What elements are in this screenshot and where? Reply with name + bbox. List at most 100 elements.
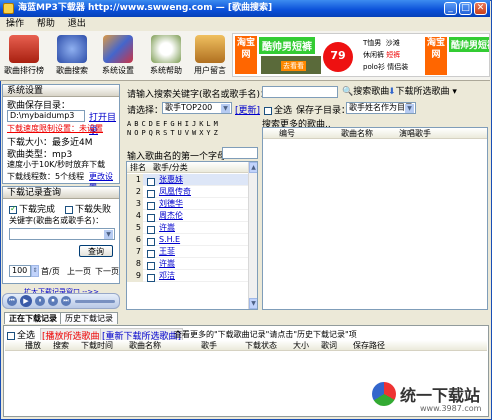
first-page-link[interactable]: 首/页 [41, 266, 60, 277]
letter-e[interactable]: E [156, 120, 163, 128]
ad-item: 沙滩 [385, 39, 400, 47]
singer-name[interactable]: 刘德华 [159, 198, 183, 210]
system-help-button[interactable]: 系统帮助 [144, 33, 188, 79]
singer-row[interactable]: 5 许嵩 [127, 222, 248, 234]
search-songs-btn[interactable]: 🔍搜索歌曲 [342, 85, 389, 99]
minimize-button[interactable]: _ [444, 2, 457, 15]
prev-page-link[interactable]: 上一页 [67, 266, 91, 277]
letter-m[interactable]: M [214, 120, 221, 128]
prev-track-icon[interactable]: ⏮ [7, 296, 17, 306]
col-rank: 排名 [130, 163, 146, 172]
next-track-icon[interactable]: ⏭ [61, 296, 71, 306]
menu-exit[interactable]: 退出 [68, 19, 86, 29]
page-size-input[interactable]: 100 [9, 265, 31, 277]
singer-checkbox[interactable] [147, 249, 155, 258]
letter-q[interactable]: Q [149, 129, 156, 137]
singer-name[interactable]: 许嵩 [159, 258, 175, 270]
keyword-combo[interactable] [9, 228, 115, 240]
letter-y[interactable]: Y [206, 129, 213, 137]
search-songs-button[interactable]: 歌曲搜索 [50, 33, 94, 79]
singer-name[interactable]: 凤凰传奇 [159, 186, 191, 198]
menu-help[interactable]: 帮助 [37, 19, 55, 29]
pause-icon[interactable]: ⏸ [35, 296, 45, 306]
done-label: 下载完成 [19, 205, 56, 215]
close-button[interactable]: ✕ [474, 2, 487, 15]
letter-d[interactable]: D [149, 120, 156, 128]
speed-limit-status[interactable]: 下载速度限制设置：未设置 [7, 123, 103, 134]
singer-checkbox[interactable] [147, 213, 155, 222]
downloads-hint: 查看更多的"下载歌曲记录"请点击"历史下载记录"项 [174, 330, 357, 339]
download-selected-btn[interactable]: ⬇下载所选歌曲 ▾ [388, 85, 457, 99]
done-checkbox[interactable] [9, 204, 17, 214]
letter-r[interactable]: R [156, 129, 163, 137]
letter-p[interactable]: P [141, 129, 148, 137]
singer-row[interactable]: 8 许嵩 [127, 258, 248, 270]
tab-history-downloads[interactable]: 历史下载记录 [60, 312, 118, 324]
singer-checkbox[interactable] [147, 177, 155, 186]
search-keyword-input[interactable] [262, 86, 338, 98]
singer-row[interactable]: 2 凤凰传奇 [127, 186, 248, 198]
play-icon[interactable]: ▶ [20, 295, 32, 307]
singer-name[interactable]: 王菲 [159, 246, 175, 258]
search-keyword-label: 请输入搜索关键字(歌名或歌手名)： [127, 90, 270, 100]
next-page-link[interactable]: 下一页 [95, 266, 119, 277]
system-settings-button[interactable]: 系统设置 [96, 33, 140, 79]
letter-h[interactable]: H [178, 120, 185, 128]
singer-row[interactable]: 9 邓洁 [127, 270, 248, 282]
menu-operate[interactable]: 操作 [6, 19, 24, 29]
singer-name[interactable]: 邓洁 [159, 270, 175, 282]
letter-u[interactable]: U [178, 129, 185, 137]
singer-scrollbar[interactable]: ▲ ▼ [248, 162, 257, 309]
maximize-button[interactable]: □ [459, 2, 472, 15]
select-all-wrap[interactable]: 全选 [264, 103, 292, 116]
save-dir-input[interactable]: D:\mybaidump3 [7, 110, 85, 122]
stop-icon[interactable]: ⏹ [48, 296, 58, 306]
singer-row[interactable]: 6 S.H.E [127, 234, 248, 246]
seek-bar[interactable] [75, 300, 115, 303]
user-message-button[interactable]: 用户留言 [188, 33, 232, 79]
singer-name[interactable]: 许嵩 [159, 222, 175, 234]
watermark: 统一下载站 www.3987.com [372, 380, 490, 418]
ad-banner[interactable]: 淘宝网 酷帅男短裤 79 去看看 T恤男 沙滩 休闲裤 短裤 polo衫 情侣装… [232, 33, 490, 77]
result-list[interactable]: 编号 歌曲名称 演唱歌手 [262, 127, 488, 310]
col-size: 大小 [293, 341, 309, 350]
speed-rule-text: 速度小于10K/秒时放弃下载 [7, 160, 106, 169]
singer-checkbox[interactable] [147, 237, 155, 246]
scroll-up-icon[interactable]: ▲ [249, 162, 257, 173]
letter-i[interactable]: I [185, 120, 192, 128]
first-char-input[interactable] [222, 147, 258, 159]
page-size-spinner[interactable]: ⇕ [31, 265, 39, 277]
save-subdir-select[interactable]: 歌手姓名作为目录 [346, 102, 416, 114]
singer-checkbox[interactable] [147, 189, 155, 198]
singer-row[interactable]: 7 王菲 [127, 246, 248, 258]
choose-select[interactable]: 歌手TOP200 [162, 102, 232, 114]
dl-select-all-checkbox[interactable] [7, 331, 15, 340]
singer-row[interactable]: 4 周杰伦 [127, 210, 248, 222]
scroll-down-icon[interactable]: ▼ [249, 298, 257, 309]
singer-checkbox[interactable] [147, 225, 155, 234]
failed-checkbox-wrap[interactable]: 下载失败 [65, 202, 111, 215]
tab-current-downloads[interactable]: 正在下载记录 [4, 312, 62, 324]
letter-g[interactable]: G [170, 120, 177, 128]
letter-z[interactable]: Z [214, 129, 221, 137]
select-all-checkbox[interactable] [264, 106, 272, 115]
singer-name[interactable]: 张惠妹 [159, 174, 183, 186]
singer-name[interactable]: S.H.E [159, 234, 180, 246]
done-checkbox-wrap[interactable]: 下载完成 [9, 202, 55, 215]
letter-l[interactable]: L [206, 120, 213, 128]
letter-v[interactable]: V [185, 129, 192, 137]
singer-row[interactable]: 1 张惠妹 [127, 174, 248, 186]
keyword-label: 关键字(歌曲名或歌手名)： [9, 216, 104, 225]
failed-checkbox[interactable] [65, 205, 73, 214]
query-button[interactable]: 查询 [79, 245, 113, 257]
singer-row[interactable]: 3 刘德华 [127, 198, 248, 210]
ranking-button[interactable]: 歌曲排行榜 [2, 33, 46, 79]
singer-checkbox[interactable] [147, 261, 155, 270]
singer-list-header: 排名 歌手/分类 [127, 162, 248, 173]
singer-checkbox[interactable] [147, 273, 155, 282]
refresh-link[interactable]: [更新] [235, 103, 260, 116]
singer-name[interactable]: 周杰伦 [159, 210, 183, 222]
letter-t[interactable]: T [170, 129, 177, 137]
singer-checkbox[interactable] [147, 201, 155, 210]
letter-c[interactable]: C [141, 120, 148, 128]
